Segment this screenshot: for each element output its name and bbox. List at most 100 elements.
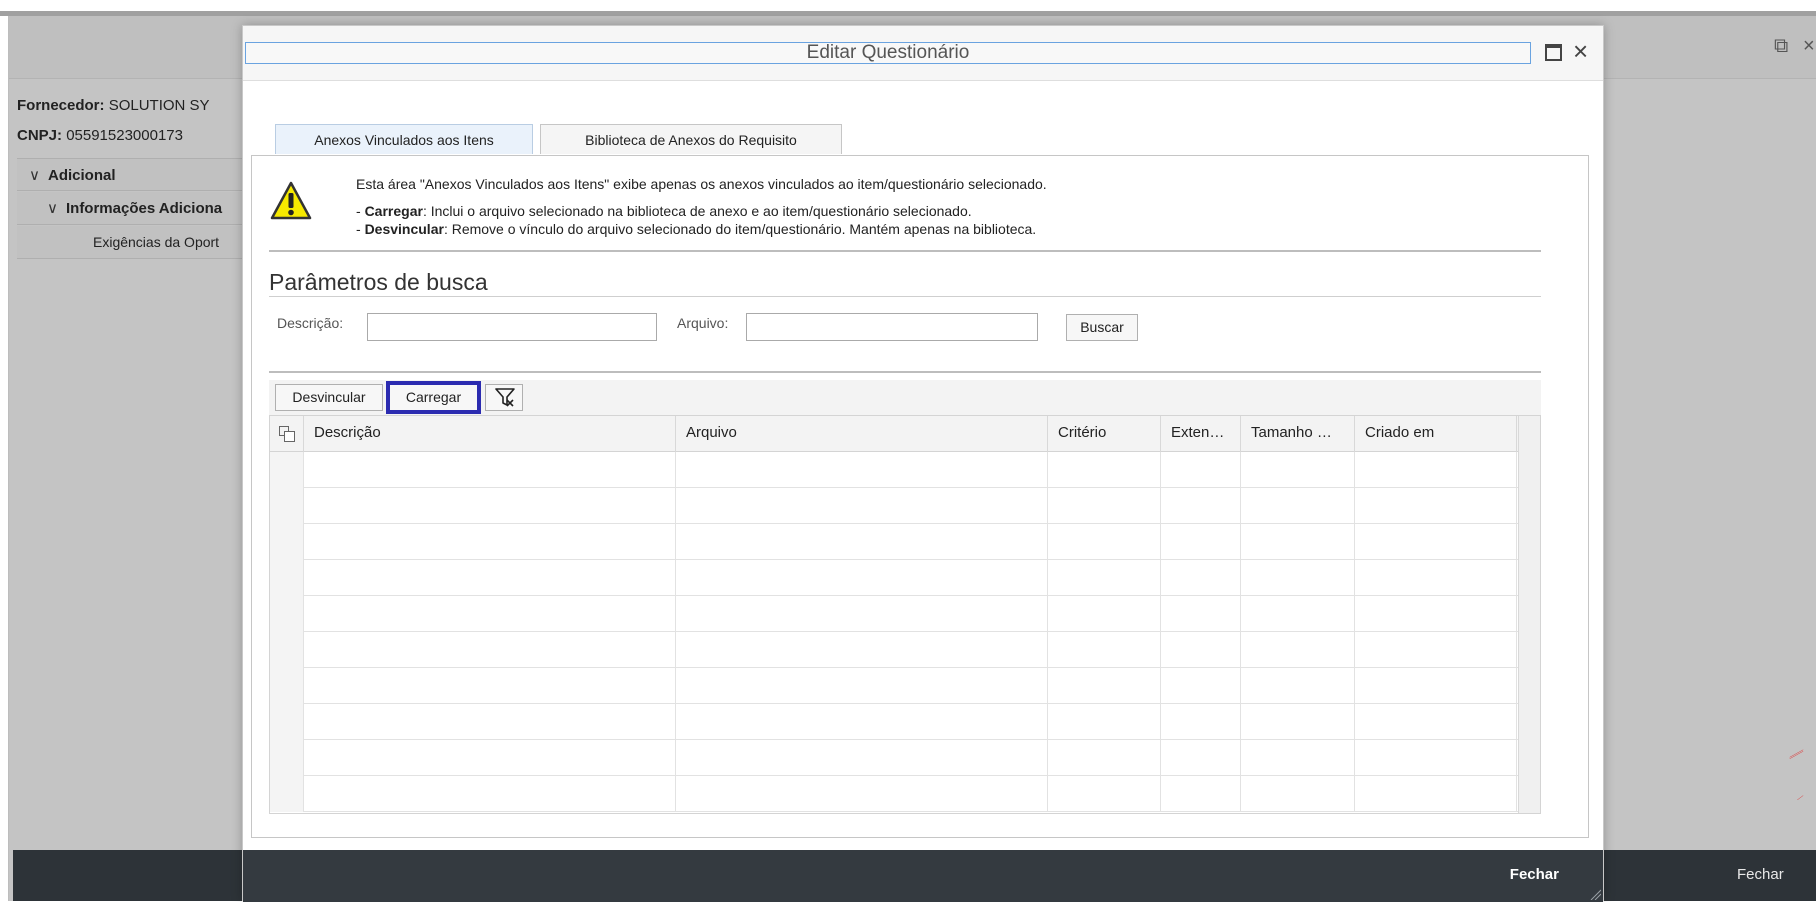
table-cell xyxy=(1355,560,1517,596)
table-cell xyxy=(304,776,676,812)
table-cell xyxy=(1161,488,1241,524)
table-cell xyxy=(304,668,676,704)
upload-button[interactable]: Carregar xyxy=(386,381,481,414)
divider xyxy=(269,371,1541,373)
table-cell xyxy=(676,524,1048,560)
table-cell xyxy=(304,452,676,488)
table-cell xyxy=(1241,488,1355,524)
row-selector[interactable] xyxy=(270,524,304,560)
table-cell xyxy=(1241,668,1355,704)
table-toolbar: Desvincular Carregar xyxy=(269,380,1541,415)
table-cell xyxy=(1161,740,1241,776)
file-label: Arquivo: xyxy=(677,315,729,331)
row-selector[interactable] xyxy=(270,704,304,740)
resize-grip-icon[interactable] xyxy=(1589,888,1601,900)
chevron-down-icon[interactable]: ∨ xyxy=(29,159,40,190)
vertical-scrollbar[interactable] xyxy=(1518,416,1540,813)
chevron-down-icon[interactable]: ∨ xyxy=(47,192,58,224)
column-header-criterio[interactable]: Critério xyxy=(1048,416,1161,452)
table-cell xyxy=(1161,524,1241,560)
table-cell xyxy=(1241,452,1355,488)
row-selector[interactable] xyxy=(270,488,304,524)
tree-node-exigencias[interactable]: Exigências da Oport xyxy=(17,226,247,259)
row-selector[interactable] xyxy=(270,632,304,668)
tree-node-label: Adicional xyxy=(47,167,116,184)
table-cell xyxy=(1161,776,1241,812)
column-header-descricao[interactable]: Descrição xyxy=(304,416,676,452)
table-cell xyxy=(304,596,676,632)
table-cell xyxy=(1048,668,1161,704)
table-cell xyxy=(1161,704,1241,740)
file-input[interactable] xyxy=(746,313,1038,341)
select-all-icon[interactable] xyxy=(279,426,295,442)
tab-biblioteca-anexos[interactable]: Biblioteca de Anexos do Requisito xyxy=(540,124,842,154)
table-row[interactable] xyxy=(270,668,1540,704)
table-row[interactable] xyxy=(270,740,1540,776)
resize-corner-decoration xyxy=(1789,749,1804,800)
table-cell xyxy=(304,488,676,524)
table-row[interactable] xyxy=(270,632,1540,668)
tab-anexos-vinculados[interactable]: Anexos Vinculados aos Itens xyxy=(275,124,533,154)
info-text-line: Esta área "Anexos Vinculados aos Itens" … xyxy=(356,176,1047,192)
edit-questionnaire-dialog: Editar Questionário × Anexos Vinculados … xyxy=(242,25,1604,902)
table-cell xyxy=(1241,740,1355,776)
row-selector[interactable] xyxy=(270,776,304,812)
divider xyxy=(269,296,1541,297)
background-close-button[interactable]: Fechar xyxy=(1737,866,1784,883)
table-cell xyxy=(1161,596,1241,632)
info-desvincular-bold: Desvincular xyxy=(364,221,444,237)
table-cell xyxy=(676,776,1048,812)
maximize-icon[interactable] xyxy=(1545,44,1562,61)
dialog-titlebar[interactable]: Editar Questionário × xyxy=(243,26,1603,81)
table-cell xyxy=(1355,632,1517,668)
table-cell xyxy=(676,704,1048,740)
row-selector[interactable] xyxy=(270,740,304,776)
table-cell xyxy=(1241,776,1355,812)
close-icon[interactable]: × xyxy=(1803,36,1815,56)
filter-button[interactable] xyxy=(485,384,523,411)
column-header-extensao[interactable]: Exten… xyxy=(1161,416,1241,452)
table-row[interactable] xyxy=(270,704,1540,740)
table-cell xyxy=(1355,776,1517,812)
supplier-info: Fornecedor: SOLUTION SY xyxy=(17,97,210,114)
tab-panel: Esta área "Anexos Vinculados aos Itens" … xyxy=(251,155,1589,838)
table-row[interactable] xyxy=(270,776,1540,812)
table-row[interactable] xyxy=(270,560,1540,596)
attachments-table: Descrição Arquivo Critério Exten… Tamanh… xyxy=(269,415,1541,814)
unlink-button[interactable]: Desvincular xyxy=(275,384,383,411)
table-cell xyxy=(676,452,1048,488)
info-carregar-line: - Carregar: Inclui o arquivo selecionado… xyxy=(356,203,972,219)
row-selector[interactable] xyxy=(270,560,304,596)
table-cell xyxy=(1241,632,1355,668)
table-row[interactable] xyxy=(270,452,1540,488)
table-cell xyxy=(1241,704,1355,740)
row-selector[interactable] xyxy=(270,452,304,488)
cnpj-info: CNPJ: 05591523000173 xyxy=(17,127,183,144)
table-cell xyxy=(1048,776,1161,812)
table-cell xyxy=(304,560,676,596)
column-header-arquivo[interactable]: Arquivo xyxy=(676,416,1048,452)
dash: - xyxy=(356,221,365,237)
close-icon[interactable]: × xyxy=(1573,38,1588,64)
restore-window-icon[interactable]: ⧉ xyxy=(1774,36,1788,56)
table-row[interactable] xyxy=(270,524,1540,560)
search-section-title: Parâmetros de busca xyxy=(269,269,488,295)
cnpj-value: 05591523000173 xyxy=(66,127,183,144)
tree-node-adicional[interactable]: ∨ Adicional xyxy=(17,158,247,191)
search-button[interactable]: Buscar xyxy=(1066,314,1138,341)
description-input[interactable] xyxy=(367,313,657,341)
table-row[interactable] xyxy=(270,488,1540,524)
table-cell xyxy=(1241,524,1355,560)
tree-node-informacoes-adicionais[interactable]: ∨ Informações Adiciona xyxy=(17,192,247,225)
column-header-criado-em[interactable]: Criado em xyxy=(1355,416,1517,452)
select-all-column[interactable] xyxy=(270,416,304,452)
table-cell xyxy=(1048,524,1161,560)
info-desvincular-text: : Remove o vínculo do arquivo selecionad… xyxy=(443,221,1037,237)
table-row[interactable] xyxy=(270,596,1540,632)
table-cell xyxy=(1355,524,1517,560)
close-dialog-button[interactable]: Fechar xyxy=(1504,865,1565,884)
row-selector[interactable] xyxy=(270,668,304,704)
table-cell xyxy=(1355,704,1517,740)
row-selector[interactable] xyxy=(270,596,304,632)
column-header-tamanho[interactable]: Tamanho … xyxy=(1241,416,1355,452)
